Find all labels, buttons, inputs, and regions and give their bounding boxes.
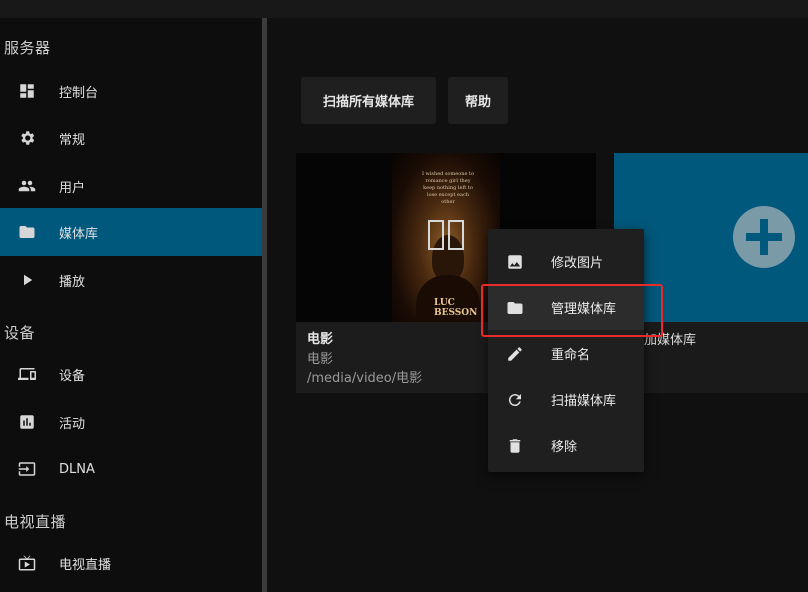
library-type: 电影 — [307, 352, 334, 367]
menu-item-label: 移除 — [551, 440, 578, 455]
plus-icon[interactable] — [733, 206, 795, 268]
sidebar-item-label: DLNA — [59, 461, 95, 477]
add-library-title: 加媒体库 — [644, 333, 697, 348]
sidebar: 服务器 控制台 常规 用户 媒体库 播放 设备 设备 活动 DLNA 电视直播 … — [0, 18, 262, 592]
dashboard-icon — [18, 82, 36, 100]
sidebar-item-dlna[interactable]: DLNA — [0, 445, 262, 493]
folder-icon — [506, 299, 524, 317]
sidebar-item-label: 播放 — [59, 274, 86, 290]
sidebar-item-label: 用户 — [59, 180, 86, 196]
top-bar — [0, 0, 808, 18]
image-icon — [506, 253, 524, 271]
menu-item-edit-image[interactable]: 修改图片 — [488, 238, 644, 284]
play-icon — [18, 271, 36, 289]
sidebar-item-dashboard[interactable]: 控制台 — [0, 67, 262, 115]
poster-image: I wished someone to romance girl they ke… — [392, 153, 500, 322]
pencil-icon — [506, 345, 524, 363]
menu-item-rename[interactable]: 重命名 — [488, 330, 644, 376]
section-header-livetv: 电视直播 — [4, 513, 67, 531]
menu-item-label: 修改图片 — [551, 256, 604, 271]
sidebar-item-users[interactable]: 用户 — [0, 162, 262, 210]
sidebar-item-label: 活动 — [59, 416, 86, 432]
sidebar-item-livetv[interactable]: 电视直播 — [0, 539, 262, 587]
sidebar-item-playback[interactable]: 播放 — [0, 256, 262, 304]
sidebar-item-label: 控制台 — [59, 85, 99, 101]
sidebar-item-label: 设备 — [59, 368, 86, 384]
gear-icon — [18, 129, 36, 147]
menu-item-remove[interactable]: 移除 — [488, 422, 644, 468]
help-button[interactable]: 帮助 — [448, 77, 508, 124]
library-title: 电影 — [307, 332, 334, 347]
sidebar-item-general[interactable]: 常规 — [0, 114, 262, 162]
section-header-devices: 设备 — [4, 324, 36, 342]
menu-item-scan-library[interactable]: 扫描媒体库 — [488, 376, 644, 422]
tv-icon — [18, 554, 36, 572]
pause-icon — [428, 220, 444, 250]
sidebar-item-label: 电视直播 — [59, 557, 112, 573]
devices-icon — [18, 365, 36, 383]
trash-icon — [506, 437, 524, 455]
menu-item-manage-library[interactable]: 管理媒体库 — [488, 284, 644, 330]
sidebar-item-label: 媒体库 — [59, 226, 99, 242]
menu-item-label: 重命名 — [551, 348, 591, 363]
context-menu: 修改图片 管理媒体库 重命名 扫描媒体库 移除 — [488, 229, 644, 472]
sidebar-item-label: 常规 — [59, 132, 86, 148]
sidebar-item-activity[interactable]: 活动 — [0, 398, 262, 446]
poster-tagline: I wished someone to romance girl they ke… — [421, 171, 475, 205]
sidebar-item-libraries[interactable]: 媒体库 — [0, 208, 262, 256]
menu-item-label: 管理媒体库 — [551, 302, 617, 317]
menu-item-label: 扫描媒体库 — [551, 394, 617, 409]
pause-icon — [448, 220, 464, 250]
library-path: /media/video/电影 — [307, 371, 423, 386]
sidebar-item-devices[interactable]: 设备 — [0, 350, 262, 398]
folder-icon — [18, 223, 36, 241]
refresh-icon — [506, 391, 524, 409]
section-header-server: 服务器 — [4, 39, 51, 57]
scan-all-libraries-button[interactable]: 扫描所有媒体库 — [301, 77, 436, 124]
assessment-icon — [18, 413, 36, 431]
input-icon — [18, 460, 36, 478]
people-icon — [18, 177, 36, 195]
